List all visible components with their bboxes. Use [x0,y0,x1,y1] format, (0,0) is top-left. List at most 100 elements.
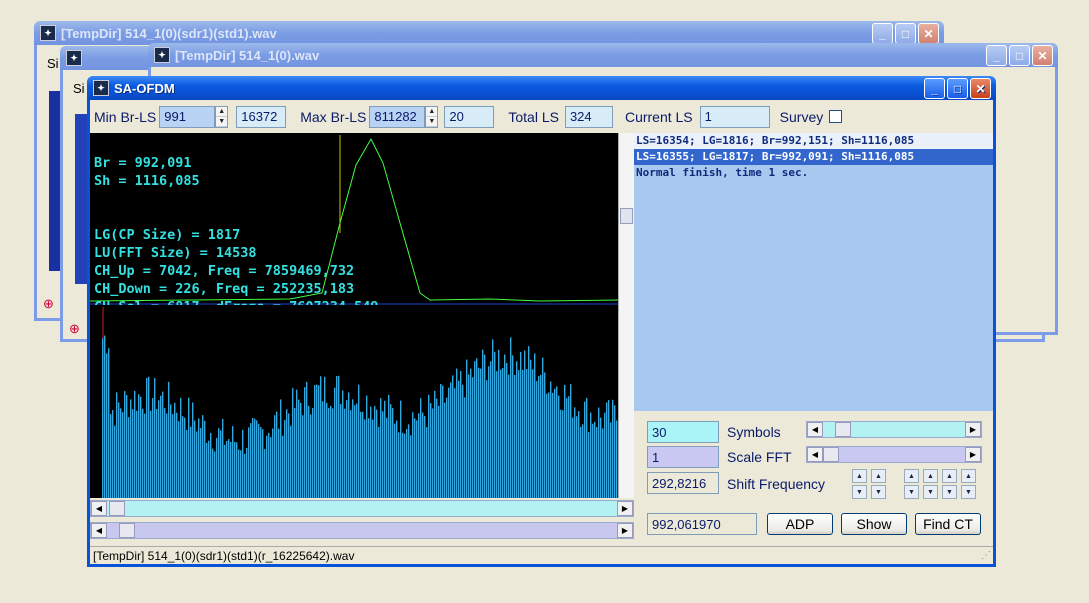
spectrum-bar [118,402,120,498]
spectrum-bar [262,429,264,498]
shift-spinner-5[interactable]: ▲ ▼ [942,469,957,499]
scope-vscroll-thumb[interactable] [620,208,633,224]
adp-button[interactable]: ADP [767,513,833,535]
spin-down-icon[interactable]: ▼ [904,485,919,499]
maximize-icon[interactable]: □ [1009,45,1030,66]
min-br-input[interactable]: 991 [159,105,216,128]
slider-thumb[interactable] [823,447,839,462]
zoom-icon[interactable]: ⊕ [69,321,80,337]
spin-down-icon[interactable]: ▼ [961,485,976,499]
spectrum-bar [320,376,322,498]
log-row[interactable]: Normal finish, time 1 sec. [634,165,993,181]
bg-window-1-titlebar[interactable]: ✦ [TempDir] 514_1(0)(sdr1)(std1).wav _ □ ✕ [34,21,944,45]
spin-up-icon[interactable]: ▲ [942,469,957,483]
spectrum-bar [370,406,372,498]
scope-vscroll[interactable] [618,133,634,305]
spectrum-bar [614,405,616,498]
shift-spinner-3[interactable]: ▲ ▼ [904,469,919,499]
spectrum-bar [402,432,404,498]
spectrum-vscroll[interactable] [618,305,634,498]
spectrum-bar [430,403,432,498]
shift-frequency-input[interactable]: 292,8216 [647,472,719,494]
symbols-slider[interactable]: ◀ ▶ [806,421,982,438]
spin-up-icon[interactable]: ▲ [426,107,438,117]
spectrum-bar [290,425,292,498]
scroll-left-icon[interactable]: ◀ [807,447,823,462]
slider-thumb[interactable] [835,422,851,437]
spin-down-icon[interactable]: ▼ [852,485,867,499]
scale-fft-slider[interactable]: ◀ ▶ [806,446,982,463]
spectrum-bar [496,371,498,498]
spectrum-bar [352,399,354,498]
results-log[interactable]: LS=16354; LG=1816; Br=992,151; Sh=1116,0… [634,133,993,411]
shift-spinner-1[interactable]: ▲ ▼ [852,469,867,499]
spin-up-icon[interactable]: ▲ [852,469,867,483]
scroll-right-icon[interactable]: ▶ [617,523,633,538]
scroll-left-icon[interactable]: ◀ [91,501,107,516]
minimize-icon[interactable]: _ [872,23,893,44]
min-br-spinner[interactable]: ▲ ▼ [215,105,229,128]
log-row-selected[interactable]: LS=16355; LG=1817; Br=992,091; Sh=1116,0… [634,149,993,165]
scroll-left-icon[interactable]: ◀ [91,523,107,538]
shift-spinner-4[interactable]: ▲ ▼ [923,469,938,499]
min-br-input-2[interactable]: 16372 [236,105,287,128]
spectrum-bar [390,404,392,498]
spin-up-icon[interactable]: ▲ [961,469,976,483]
spectrum-bar [172,414,174,498]
minimize-icon[interactable]: _ [924,78,945,99]
spectrum-bar [256,420,258,498]
spin-up-icon[interactable]: ▲ [923,469,938,483]
spin-down-icon[interactable]: ▼ [426,117,438,127]
time-hscroll[interactable]: ◀ ▶ [90,522,634,539]
spectrum-bar [342,390,344,498]
spectrum-bar [460,371,462,498]
max-br-input[interactable]: 811282 [369,105,426,128]
shift-spinner-2[interactable]: ▲ ▼ [871,469,886,499]
spin-up-icon[interactable]: ▲ [904,469,919,483]
close-icon[interactable]: ✕ [970,78,991,99]
scale-fft-input[interactable]: 1 [647,446,719,468]
zoom-icon[interactable]: ⊕ [43,296,54,312]
close-icon[interactable]: ✕ [918,23,939,44]
scroll-left-icon[interactable]: ◀ [807,422,823,437]
spectrum-bar [292,388,294,498]
scroll-right-icon[interactable]: ▶ [617,501,633,516]
hscroll-thumb[interactable] [109,501,125,516]
minimize-icon[interactable]: _ [986,45,1007,66]
show-button[interactable]: Show [841,513,907,535]
main-titlebar[interactable]: ✦ SA-OFDM _ □ ✕ [87,76,996,100]
spin-down-icon[interactable]: ▼ [942,485,957,499]
spectrum-bar [600,417,602,498]
spin-down-icon[interactable]: ▼ [923,485,938,499]
maximize-icon[interactable]: □ [947,78,968,99]
spin-down-icon[interactable]: ▼ [871,485,886,499]
close-icon[interactable]: ✕ [1032,45,1053,66]
max-br-spinner[interactable]: ▲ ▼ [425,105,439,128]
bg-window-3-titlebar[interactable]: ✦ [TempDir] 514_1(0).wav _ □ ✕ [148,43,1058,67]
shift-frequency-label: Shift Frequency [727,476,826,492]
survey-checkbox[interactable] [829,110,843,123]
shift-spinner-6[interactable]: ▲ ▼ [961,469,976,499]
spectrum-bar [146,377,148,498]
spectrum-bar [124,391,126,498]
spin-up-icon[interactable]: ▲ [216,107,228,117]
maximize-icon[interactable]: □ [895,23,916,44]
resize-grip-icon[interactable]: ⋰ [981,550,991,561]
spectrum-bar [422,412,424,498]
symbols-input[interactable]: 30 [647,421,719,443]
scroll-right-icon[interactable]: ▶ [965,422,981,437]
spectrum-bar [456,368,458,498]
spectrum-bar [392,408,394,498]
spectrum-hscroll[interactable]: ◀ ▶ [90,500,634,517]
log-row[interactable]: LS=16354; LG=1816; Br=992,151; Sh=1116,0… [634,133,993,149]
spectrum-bar [104,335,106,498]
find-ct-button[interactable]: Find CT [915,513,981,535]
spectrum-bar [226,440,228,498]
spin-up-icon[interactable]: ▲ [871,469,886,483]
spectrum-bar [202,415,204,498]
max-br-input-2[interactable]: 20 [444,105,495,128]
scroll-right-icon[interactable]: ▶ [965,447,981,462]
spin-down-icon[interactable]: ▼ [216,117,228,127]
sa-ofdm-window[interactable]: ✦ SA-OFDM _ □ ✕ Min Br-LS 991 ▲ ▼ 16372 Max… [87,76,996,567]
hscroll-thumb[interactable] [119,523,135,538]
